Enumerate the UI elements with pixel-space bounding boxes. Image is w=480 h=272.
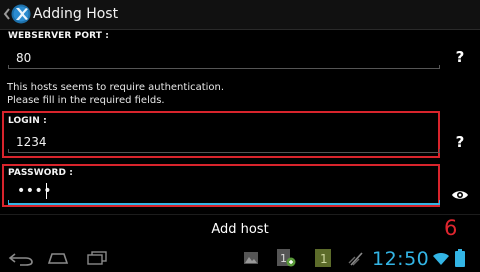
login-help-button[interactable]: ?	[452, 132, 468, 152]
webserver-port-field[interactable]: 80	[16, 51, 31, 65]
screen: Adding Host WEBSERVER PORT : 80 ? This h…	[0, 0, 480, 272]
svg-text:1: 1	[320, 252, 328, 266]
auth-notice-line2: Please fill in the required fields.	[7, 95, 165, 106]
gallery-icon	[243, 250, 259, 270]
login-label: LOGIN :	[8, 116, 47, 126]
webserver-port-label: WEBSERVER PORT :	[8, 31, 109, 41]
app-logo-icon[interactable]	[11, 4, 31, 24]
clock: 12:50	[372, 248, 430, 270]
wifi-icon	[432, 251, 450, 270]
no-sim-icon	[347, 249, 365, 271]
system-bar: 1 1 12:50	[0, 244, 480, 272]
webserver-port-underline	[8, 65, 440, 69]
recent-apps-icon[interactable]	[86, 250, 108, 269]
password-label: PASSWORD :	[8, 168, 74, 178]
chevron-left-icon[interactable]	[3, 5, 11, 23]
add-host-button[interactable]: Add host	[0, 214, 480, 244]
page-title: Adding Host	[33, 6, 119, 22]
action-bar: Adding Host	[0, 0, 480, 30]
login-highlight-box	[2, 111, 440, 158]
download-icon: 1	[314, 248, 332, 272]
eye-icon[interactable]	[451, 186, 469, 199]
auth-notice: This hosts seems to require authenticati…	[7, 81, 224, 107]
password-underline	[8, 200, 440, 205]
login-field[interactable]: 1234	[16, 135, 47, 149]
svg-text:1: 1	[280, 252, 287, 265]
battery-icon	[455, 249, 465, 271]
webserver-port-help-button[interactable]: ?	[452, 47, 468, 67]
home-icon[interactable]	[47, 250, 69, 269]
auth-notice-line1: This hosts seems to require authenticati…	[7, 82, 225, 93]
step-number-annotation: 6	[444, 216, 458, 240]
notification-icon: 1	[276, 248, 296, 272]
back-icon[interactable]	[8, 251, 34, 270]
login-underline	[8, 149, 440, 153]
text-cursor	[46, 183, 47, 199]
